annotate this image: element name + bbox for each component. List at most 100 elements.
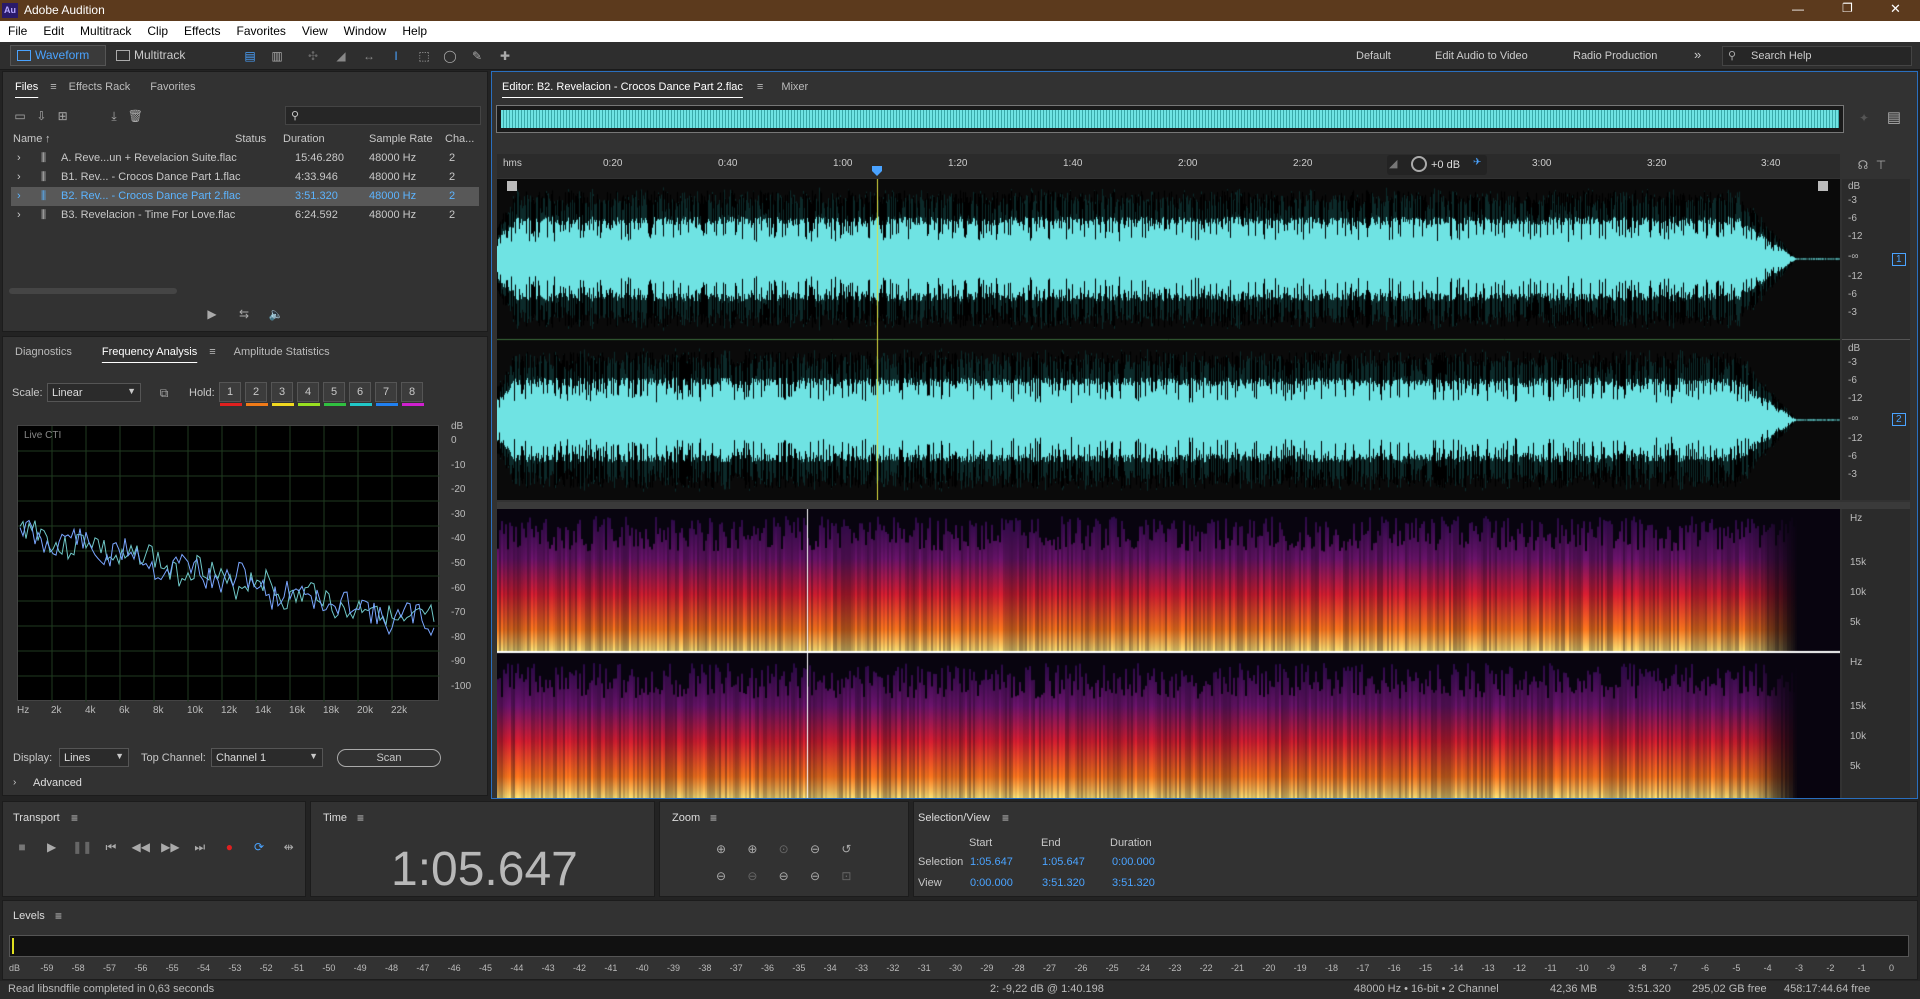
menu-multitrack[interactable]: Multitrack (72, 21, 139, 42)
panel-menu-icon[interactable]: ≡ (357, 811, 364, 825)
insert-into-multitrack-icon[interactable]: ⤓ (105, 107, 123, 125)
col-sample-rate[interactable]: Sample Rate (369, 130, 433, 149)
waveform-mode-button[interactable]: Waveform (10, 45, 106, 66)
open-file-icon[interactable]: ▭ (11, 107, 29, 125)
tab-menu-icon[interactable]: ≡ (207, 337, 217, 367)
spot-healing-tool-icon[interactable]: ✚ (496, 47, 514, 65)
zoom-corner-icon[interactable] (507, 181, 517, 191)
panel-options-icon[interactable]: ▤ (1885, 109, 1903, 127)
selection-duration[interactable]: 0:00.000 (1112, 856, 1155, 868)
file-row[interactable]: › ⫼ B1. Rev... - Crocos Dance Part 1.fla… (11, 168, 479, 187)
tab-frequency-analysis[interactable]: Frequency Analysis (92, 337, 207, 367)
advanced-toggle[interactable]: Advanced (33, 777, 82, 789)
zoom-selection-icon[interactable]: ⊙ (775, 840, 793, 858)
pitch-display-icon[interactable]: ▥ (268, 47, 286, 65)
tab-menu-icon[interactable]: ≡ (48, 72, 58, 102)
skip-to-start-icon[interactable]: ⏮ (102, 838, 120, 856)
loop-preview-icon[interactable]: ⇆ (235, 305, 253, 323)
copy-to-clipboard-icon[interactable]: ⧉ (155, 384, 173, 402)
autoplay-icon[interactable]: 🔈 (267, 305, 285, 323)
view-end[interactable]: 3:51.320 (1042, 877, 1085, 889)
scale-dropdown[interactable]: Linear ▼ (47, 383, 141, 402)
level-meter[interactable] (9, 935, 1909, 957)
move-tool-icon[interactable]: ✣ (304, 47, 322, 65)
close-icon[interactable]: ✕ (1890, 1, 1901, 17)
tab-menu-icon[interactable]: ≡ (753, 72, 767, 102)
skip-selection-icon[interactable]: ⇹ (280, 838, 298, 856)
pin-icon[interactable]: ⊤ (1872, 156, 1890, 174)
hold-button-6[interactable]: 6 (349, 382, 372, 406)
view-duration[interactable]: 3:51.320 (1112, 877, 1155, 889)
channel-2-badge[interactable]: 2 (1892, 413, 1906, 426)
hud-gain[interactable]: ◢ +0 dB ✈ (1387, 155, 1487, 175)
rewind-icon[interactable]: ◀◀ (132, 838, 150, 856)
loop-icon[interactable]: ⟳ (250, 838, 268, 856)
top-channel-dropdown[interactable]: Channel 1 ▼ (211, 748, 323, 767)
expand-chevron-icon[interactable]: › (17, 168, 21, 187)
channel-1-badge[interactable]: 1 (1892, 253, 1906, 266)
file-row[interactable]: › ⫼ B3. Revelacion - Time For Love.flac … (11, 206, 479, 225)
file-row[interactable]: › ⫼ A. Reve...un + Revelacion Suite.flac… (11, 149, 479, 168)
zoom-reset-icon[interactable]: ↺ (837, 840, 855, 858)
spectral-display[interactable] (497, 509, 1840, 798)
zoom-to-in-point-icon[interactable]: ⊖ (806, 840, 824, 858)
zoom-navigator-icon[interactable]: ✦ (1855, 109, 1873, 127)
frequency-plot[interactable]: Live CTI (17, 425, 440, 702)
menu-clip[interactable]: Clip (139, 21, 176, 42)
menu-view[interactable]: View (294, 21, 336, 42)
lasso-tool-icon[interactable]: ◯ (441, 47, 459, 65)
zoom-out-amplitude-icon[interactable]: ⊖ (712, 867, 730, 885)
tab-effects-rack[interactable]: Effects Rack (59, 72, 141, 102)
fast-forward-icon[interactable]: ▶▶ (161, 838, 179, 856)
multitrack-mode-button[interactable]: Multitrack (112, 45, 204, 66)
hold-button-3[interactable]: 3 (271, 382, 294, 406)
menu-favorites[interactable]: Favorites (229, 21, 294, 42)
tab-editor[interactable]: Editor: B2. Revelacion - Crocos Dance Pa… (496, 72, 753, 102)
scan-button[interactable]: Scan (337, 749, 441, 767)
hold-button-2[interactable]: 2 (245, 382, 268, 406)
waveform-display[interactable] (497, 179, 1840, 500)
hold-button-8[interactable]: 8 (401, 382, 424, 406)
import-file-icon[interactable]: ⇩ (32, 107, 50, 125)
selection-end[interactable]: 1:05.647 (1042, 856, 1085, 868)
tab-mixer[interactable]: Mixer (771, 72, 818, 102)
view-start[interactable]: 0:00.000 (970, 877, 1013, 889)
workspace-edit-audio-to-video[interactable]: Edit Audio to Video (1435, 50, 1528, 62)
panel-menu-icon[interactable]: ≡ (55, 909, 62, 923)
razor-tool-icon[interactable]: ◢ (332, 47, 350, 65)
panel-menu-icon[interactable]: ≡ (710, 811, 717, 825)
col-name[interactable]: Name (13, 130, 42, 149)
menu-help[interactable]: Help (394, 21, 435, 42)
delete-icon[interactable]: 🗑 (126, 107, 144, 125)
skip-to-end-icon[interactable]: ⏭ (191, 838, 209, 856)
chevron-right-icon[interactable]: › (13, 777, 16, 788)
display-dropdown[interactable]: Lines ▼ (59, 748, 129, 767)
overview-bar[interactable] (496, 105, 1844, 133)
files-scrollbar[interactable] (9, 288, 177, 294)
zoom-corner-icon[interactable] (1818, 181, 1828, 191)
brush-tool-icon[interactable]: ✎ (468, 47, 486, 65)
zoom-in-amplitude-icon[interactable]: ⊕ (712, 840, 730, 858)
tab-favorites[interactable]: Favorites (140, 72, 205, 102)
workspace-default[interactable]: Default (1356, 50, 1391, 62)
tab-amplitude-statistics[interactable]: Amplitude Statistics (224, 337, 340, 367)
expand-chevron-icon[interactable]: › (17, 206, 21, 225)
separator-bar[interactable] (497, 502, 1910, 509)
hold-button-7[interactable]: 7 (375, 382, 398, 406)
stop-icon[interactable]: ■ (13, 838, 31, 856)
play-preview-icon[interactable]: ▶ (203, 305, 221, 323)
marquee-tool-icon[interactable]: ⬚ (415, 47, 433, 65)
expand-chevron-icon[interactable]: › (17, 187, 21, 206)
col-channels[interactable]: Cha... (445, 130, 474, 149)
col-duration[interactable]: Duration (283, 130, 325, 149)
pause-icon[interactable]: ❚❚ (72, 838, 92, 856)
new-file-icon[interactable]: ⊞ (54, 107, 72, 125)
expand-chevron-icon[interactable]: › (17, 149, 21, 168)
minimize-icon[interactable]: — (1792, 2, 1804, 16)
tab-files[interactable]: Files (5, 72, 48, 102)
hold-button-4[interactable]: 4 (297, 382, 320, 406)
time-ruler[interactable]: hms 0:20 0:40 1:00 1:20 1:40 2:00 2:20 3:00 3:20 3… (497, 154, 1840, 178)
zoom-full-icon[interactable]: ⊡ (837, 867, 855, 885)
hold-button-1[interactable]: 1 (219, 382, 242, 406)
play-icon[interactable]: ▶ (43, 838, 61, 856)
